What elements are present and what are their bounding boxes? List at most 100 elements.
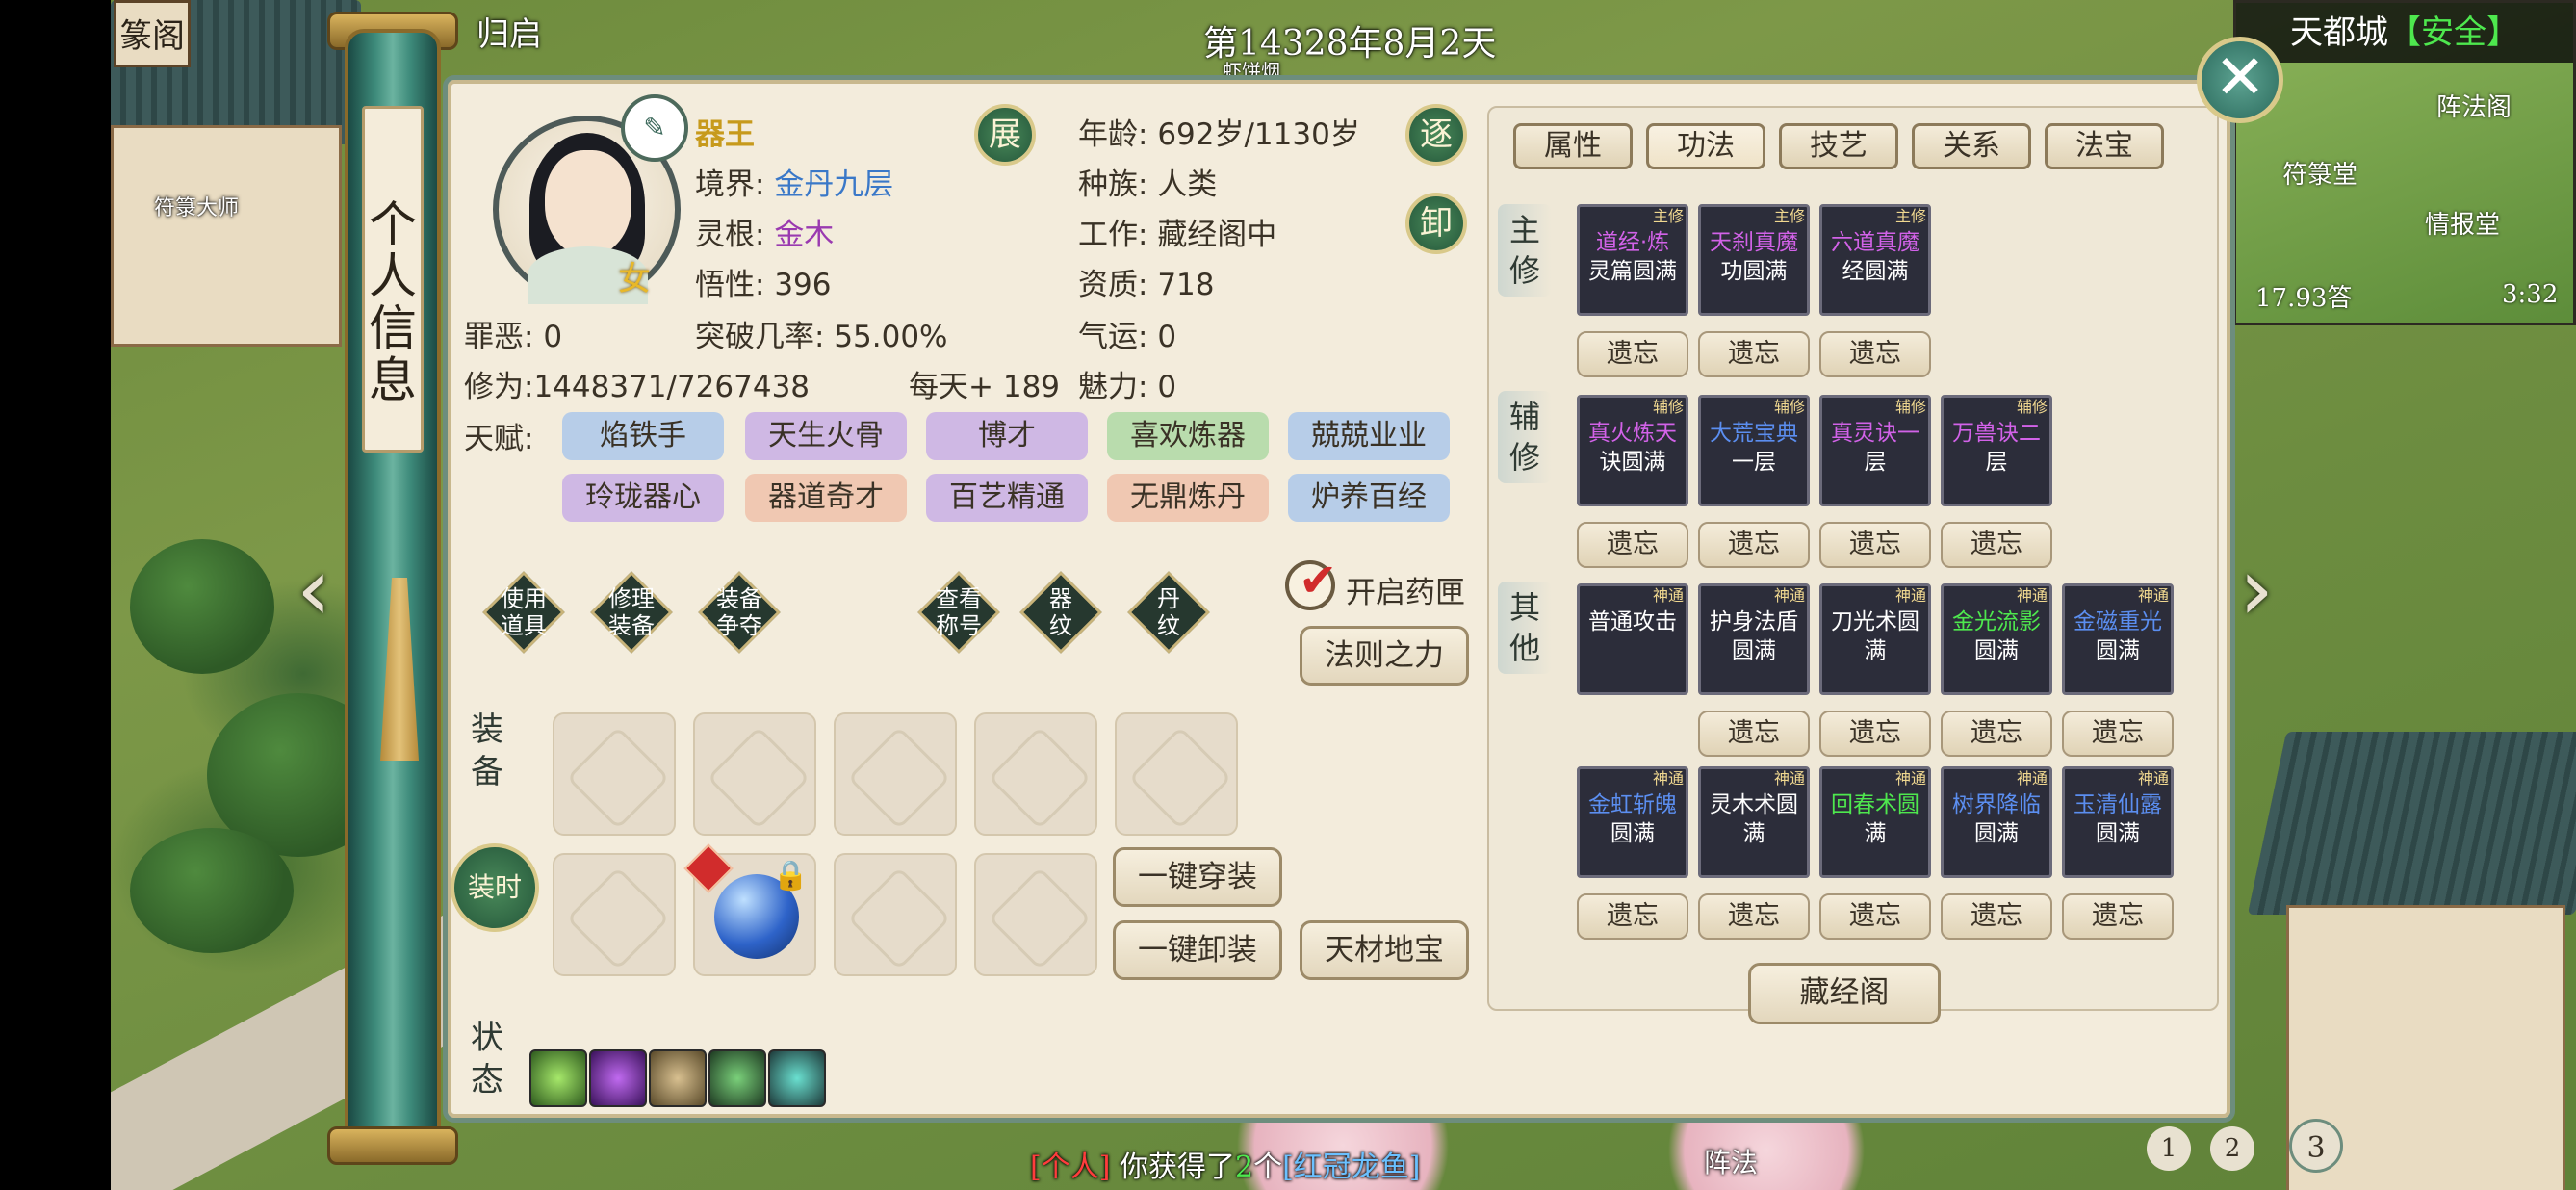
skill-card[interactable]: 神通 护身法盾 圆满 — [1698, 583, 1810, 695]
forget-button[interactable]: 遗忘 — [1698, 893, 1810, 940]
skill-card[interactable]: 神通 回春术圆满 — [1819, 766, 1931, 878]
page-2-button[interactable]: 2 — [2210, 1126, 2254, 1171]
skill-card[interactable]: 主修 道经·炼 灵篇圆满 — [1577, 204, 1688, 316]
repair-button[interactable]: 修理装备 — [590, 571, 673, 654]
skill-card[interactable]: 神通 玉清仙露 圆满 — [2062, 766, 2174, 878]
tab-arts[interactable]: 技艺 — [1779, 123, 1898, 169]
forget-button[interactable]: 遗忘 — [1819, 893, 1931, 940]
tab-attributes[interactable]: 属性 — [1513, 123, 1633, 169]
npc-name[interactable]: 符箓大师 — [154, 191, 239, 221]
next-arrow-icon[interactable]: › — [2239, 539, 2274, 640]
skill-level: 诀圆满 — [1599, 450, 1666, 475]
page-3-button[interactable]: 3 — [2289, 1119, 2343, 1173]
treasure-button[interactable]: 天材地宝 — [1300, 920, 1469, 980]
forget-button[interactable]: 遗忘 — [2062, 893, 2174, 940]
status-vortex-icon[interactable] — [589, 1049, 647, 1107]
skill-card[interactable]: 辅修 万兽诀二层 — [1941, 395, 2052, 506]
minimap-label[interactable]: 情报堂 — [2425, 205, 2500, 241]
equip-slot-seal[interactable] — [834, 853, 957, 976]
minimap[interactable]: 天都城【安全】 阵法阁 符箓堂 情报堂 17.93答 3:32 — [2233, 0, 2576, 325]
equip-slot-armor[interactable] — [553, 712, 676, 836]
skill-card[interactable]: 辅修 真灵诀一层 — [1819, 395, 1931, 506]
unload-button[interactable]: 卸 — [1405, 193, 1467, 254]
forget-button[interactable]: 遗忘 — [1819, 711, 1931, 757]
tab-techniques[interactable]: 功法 — [1646, 123, 1765, 169]
equip-all-button[interactable]: 一键穿装 — [1113, 847, 1282, 907]
equip-contest-button[interactable]: 装备争夺 — [698, 571, 781, 654]
skill-card[interactable]: 神通 灵木术圆满 — [1698, 766, 1810, 878]
tab-treasures[interactable]: 法宝 — [2045, 123, 2164, 169]
talent-tag[interactable]: 天生火骨 — [745, 412, 907, 460]
talent-tag[interactable]: 焰铁手 — [562, 412, 724, 460]
unequip-all-button[interactable]: 一键卸装 — [1113, 920, 1282, 980]
skill-level: 圆满 — [1974, 821, 2019, 846]
pill-box-label[interactable]: 开启药匣 — [1346, 568, 1465, 611]
talent-tag[interactable]: 炉养百经 — [1288, 474, 1450, 522]
expand-button[interactable]: 展 — [974, 104, 1036, 166]
forget-button[interactable]: 遗忘 — [2062, 711, 2174, 757]
skill-level: 功圆满 — [1720, 259, 1788, 284]
equip-slot-weapon[interactable] — [693, 712, 816, 836]
talent-tag[interactable]: 无鼎炼丹 — [1107, 474, 1269, 522]
talent-tag[interactable]: 博才 — [926, 412, 1088, 460]
skill-kind: 神通 — [2137, 769, 2169, 788]
prev-arrow-icon[interactable]: ‹ — [296, 539, 331, 640]
skill-card[interactable]: 神通 金光流影 圆满 — [1941, 583, 2052, 695]
tab-relations[interactable]: 关系 — [1912, 123, 2031, 169]
forget-button[interactable]: 遗忘 — [1698, 522, 1810, 568]
talent-tag[interactable]: 喜欢炼器 — [1107, 412, 1269, 460]
forget-button[interactable]: 遗忘 — [1577, 522, 1688, 568]
equip-slot-charm[interactable] — [974, 853, 1097, 976]
talent-tag[interactable]: 玲珑器心 — [562, 474, 724, 522]
talent-tag[interactable]: 兢兢业业 — [1288, 412, 1450, 460]
skill-card[interactable]: 主修 六道真魔 经圆满 — [1819, 204, 1931, 316]
forget-button[interactable]: 遗忘 — [1819, 331, 1931, 377]
equip-slot-orb[interactable]: 🔒 — [683, 843, 816, 976]
equip-slot-necklace[interactable] — [834, 712, 957, 836]
forget-button[interactable]: 遗忘 — [1698, 711, 1810, 757]
skill-card[interactable]: 神通 普通攻击 — [1577, 583, 1688, 695]
forget-button[interactable]: 遗忘 — [1819, 522, 1931, 568]
formation-label[interactable]: 阵法 — [1704, 1142, 1758, 1180]
library-button[interactable]: 藏经阁 — [1748, 963, 1941, 1024]
forget-button[interactable]: 遗忘 — [1577, 331, 1688, 377]
artifact-pattern-button[interactable]: 器纹 — [1019, 571, 1102, 654]
status-leaf-icon[interactable] — [529, 1049, 587, 1107]
close-button[interactable]: ✕ — [2197, 37, 2283, 123]
expel-button[interactable]: 逐 — [1405, 104, 1467, 166]
skill-card[interactable]: 辅修 大荒宝典 一层 — [1698, 395, 1810, 506]
back-label[interactable]: 归启 — [477, 8, 542, 55]
minimap-label[interactable]: 符箓堂 — [2282, 155, 2357, 191]
skill-card[interactable]: 神通 刀光术圆满 — [1819, 583, 1931, 695]
lock-icon: 🔒 — [772, 859, 809, 892]
status-orb-icon[interactable] — [708, 1049, 766, 1107]
minimap-label[interactable]: 阵法阁 — [2436, 88, 2512, 123]
use-item-button[interactable]: 使用道具 — [482, 571, 565, 654]
forget-button[interactable]: 遗忘 — [1941, 522, 2052, 568]
message-item[interactable]: [红冠龙鱼] — [1282, 1151, 1420, 1184]
skill-card[interactable]: 神通 金磁重光 圆满 — [2062, 583, 2174, 695]
page-1-button[interactable]: 1 — [2147, 1126, 2191, 1171]
skill-card[interactable]: 神通 金虹斩魄 圆满 — [1577, 766, 1688, 878]
skill-card[interactable]: 主修 天刹真魔 功圆满 — [1698, 204, 1810, 316]
pill-pattern-button[interactable]: 丹纹 — [1127, 571, 1210, 654]
skill-name: 灵木术圆 — [1710, 792, 1798, 817]
equip-slot-belt[interactable] — [553, 853, 676, 976]
skill-card[interactable]: 神通 树界降临 圆满 — [1941, 766, 2052, 878]
forget-button[interactable]: 遗忘 — [1698, 331, 1810, 377]
status-crystal-icon[interactable] — [768, 1049, 826, 1107]
talent-tag[interactable]: 百艺精通 — [926, 474, 1088, 522]
title-badge-icon[interactable]: ✎ — [621, 94, 688, 162]
pill-box-checkbox[interactable]: ✔ — [1285, 556, 1337, 610]
law-power-button[interactable]: 法则之力 — [1300, 626, 1469, 686]
fashion-button[interactable]: 装时 — [451, 843, 539, 932]
forget-button[interactable]: 遗忘 — [1577, 893, 1688, 940]
skill-card[interactable]: 辅修 真火炼天 诀圆满 — [1577, 395, 1688, 506]
forget-button[interactable]: 遗忘 — [1941, 711, 2052, 757]
forget-button[interactable]: 遗忘 — [1941, 893, 2052, 940]
talent-tag[interactable]: 器道奇才 — [745, 474, 907, 522]
view-title-button[interactable]: 查看称号 — [917, 571, 1000, 654]
equip-slot-boots[interactable] — [974, 712, 1097, 836]
equip-slot-tool[interactable] — [1115, 712, 1238, 836]
status-moon-icon[interactable] — [649, 1049, 707, 1107]
